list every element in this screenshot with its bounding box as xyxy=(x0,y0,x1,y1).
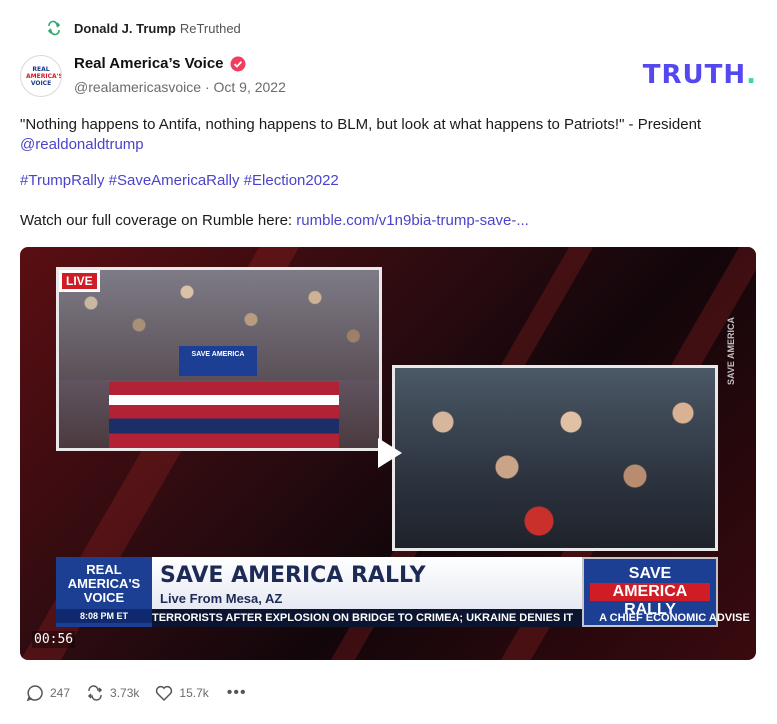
truth-logo[interactable]: TRUTH. xyxy=(643,60,757,90)
retruth-indicator: Donald J. Trump ReTruthed xyxy=(46,18,241,38)
retruth-action-icon xyxy=(87,685,103,701)
avatar[interactable]: REAL AMERICA'S VOICE xyxy=(20,55,62,97)
network-logo: REAL AMERICA'S VOICE 8:08 PM ET xyxy=(56,557,152,627)
video-subline: Live From Mesa, AZ xyxy=(160,591,283,606)
retruth-button[interactable]: 3.73k xyxy=(86,684,139,702)
video-player[interactable]: SAVE AMERICA LIVE SAVE AMERICA REAL AMER… xyxy=(20,247,756,660)
lower-third: REAL AMERICA'S VOICE 8:08 PM ET SAVE AME… xyxy=(56,557,750,627)
more-options-icon[interactable]: ••• xyxy=(227,684,247,702)
retruth-count: 3.73k xyxy=(110,686,140,700)
coverage-line: Watch our full coverage on Rumble here: … xyxy=(20,212,529,229)
mention-link[interactable]: @realdonaldtrump xyxy=(20,136,144,153)
retruth-icon xyxy=(47,20,61,36)
rally-stage-frame: SAVE AMERICA LIVE xyxy=(56,267,382,451)
live-badge: LIVE xyxy=(59,270,100,292)
network-time: 8:08 PM ET xyxy=(56,609,152,623)
play-icon[interactable] xyxy=(368,433,408,473)
retruth-label: ReTruthed xyxy=(179,20,241,36)
author-handle[interactable]: @realamericasvoice xyxy=(74,79,201,95)
author-name-row: Real America’s Voice xyxy=(74,55,246,72)
video-headline: SAVE AMERICA RALLY xyxy=(160,563,426,588)
verified-badge-icon xyxy=(230,56,246,71)
post-actions: 247 3.73k 15.7k ••• xyxy=(26,683,247,703)
rumble-link[interactable]: rumble.com/v1n9bia-trump-save-... xyxy=(296,212,529,229)
post-quote: "Nothing happens to Antifa, nothing happ… xyxy=(20,116,702,153)
headline-box: SAVE AMERICA RALLY Live From Mesa, AZ xyxy=(152,557,582,609)
author-name[interactable]: Real America’s Voice xyxy=(74,55,224,72)
hashtags[interactable]: #TrumpRally #SaveAmericaRally #Election2… xyxy=(20,171,339,191)
rally-crowd-frame xyxy=(392,365,718,551)
video-timestamp: 00:56 xyxy=(32,631,76,648)
news-ticker: TERRORISTS AFTER EXPLOSION ON BRIDGE TO … xyxy=(152,609,750,627)
like-button[interactable]: 15.7k xyxy=(155,684,209,702)
post-date[interactable]: Oct 9, 2022 xyxy=(214,79,286,95)
reply-button[interactable]: 247 xyxy=(26,684,70,702)
retruth-user-link[interactable]: Donald J. Trump xyxy=(74,21,176,36)
reply-count: 247 xyxy=(50,686,71,700)
avatar-logo: REAL AMERICA'S VOICE xyxy=(26,65,62,87)
heart-icon xyxy=(156,685,173,702)
reply-icon xyxy=(26,685,43,702)
author-meta: @realamericasvoice · Oct 9, 2022 xyxy=(74,79,286,95)
side-watermark: SAVE AMERICA xyxy=(726,317,736,386)
podium-sign: SAVE AMERICA xyxy=(179,346,257,376)
like-count: 15.7k xyxy=(179,686,209,700)
